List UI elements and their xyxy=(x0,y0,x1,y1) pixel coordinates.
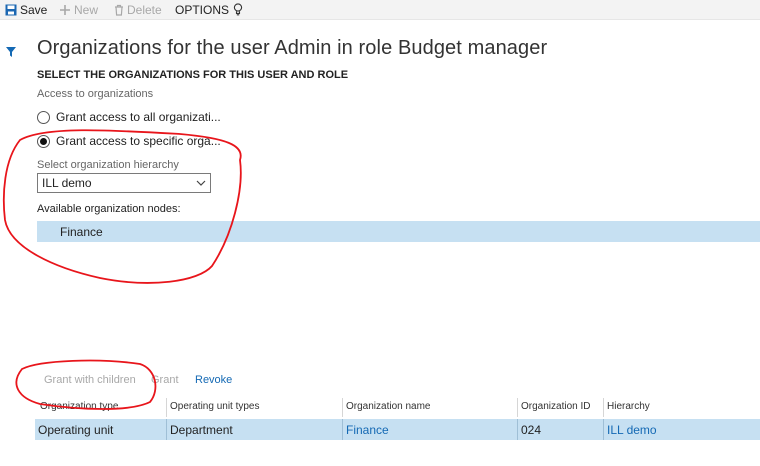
plus-icon xyxy=(59,4,71,16)
cell-organization-type: Operating unit xyxy=(35,419,167,440)
cell-organization-id: 024 xyxy=(518,419,604,440)
save-icon xyxy=(5,4,17,16)
column-header-operating-unit-types[interactable]: Operating unit types xyxy=(167,398,343,417)
grant-with-children-button[interactable]: Grant with children xyxy=(44,374,136,386)
revoke-button[interactable]: Revoke xyxy=(195,374,232,386)
available-nodes-label: Available organization nodes: xyxy=(37,203,181,215)
section-heading: SELECT THE ORGANIZATIONS FOR THIS USER A… xyxy=(37,69,349,81)
grant-button[interactable]: Grant xyxy=(151,374,179,386)
radio-button-selected[interactable] xyxy=(37,134,50,148)
save-button[interactable]: Save xyxy=(5,3,47,17)
delete-label: Delete xyxy=(127,3,162,17)
radio-button[interactable] xyxy=(37,110,50,124)
radio-label: Grant access to specific orga... xyxy=(56,134,221,148)
table-row[interactable]: Operating unit Department Finance 024 IL… xyxy=(35,419,760,440)
page-title: Organizations for the user Admin in role… xyxy=(37,37,548,59)
hierarchy-label: Select organization hierarchy xyxy=(37,159,179,171)
column-header-hierarchy[interactable]: Hierarchy xyxy=(604,398,760,417)
hierarchy-value: ILL demo xyxy=(42,176,92,190)
cell-hierarchy-link[interactable]: ILL demo xyxy=(604,419,760,440)
trash-icon xyxy=(114,4,124,16)
cell-operating-unit-type: Department xyxy=(167,419,343,440)
radio-label: Grant access to all organizati... xyxy=(56,110,221,124)
new-button[interactable]: New xyxy=(59,3,98,17)
save-label: Save xyxy=(20,3,48,17)
grid-header: Organization type Operating unit types O… xyxy=(37,398,760,417)
radio-grant-all[interactable]: Grant access to all organizati... xyxy=(37,110,221,124)
cell-organization-name-link[interactable]: Finance xyxy=(343,419,518,440)
tree-node-finance[interactable]: Finance xyxy=(37,221,760,242)
tree-node-label: Finance xyxy=(60,225,103,239)
chevron-down-icon[interactable] xyxy=(196,177,206,187)
delete-button[interactable]: Delete xyxy=(114,3,162,17)
options-tab[interactable]: OPTIONS xyxy=(175,3,229,17)
column-header-organization-name[interactable]: Organization name xyxy=(343,398,518,417)
action-pane: Save New Delete OPTIONS xyxy=(0,0,760,20)
radio-dot xyxy=(40,137,47,145)
hierarchy-select[interactable]: ILL demo xyxy=(37,173,211,193)
options-label: OPTIONS xyxy=(175,3,230,17)
new-label: New xyxy=(74,3,99,17)
filter-icon[interactable] xyxy=(6,44,16,57)
lightbulb-icon xyxy=(233,3,243,16)
access-group-label: Access to organizations xyxy=(37,88,154,100)
radio-grant-specific[interactable]: Grant access to specific orga... xyxy=(37,134,221,148)
column-header-organization-id[interactable]: Organization ID xyxy=(518,398,604,417)
column-header-organization-type[interactable]: Organization type xyxy=(37,398,167,417)
lightbulb-button[interactable] xyxy=(233,3,243,16)
